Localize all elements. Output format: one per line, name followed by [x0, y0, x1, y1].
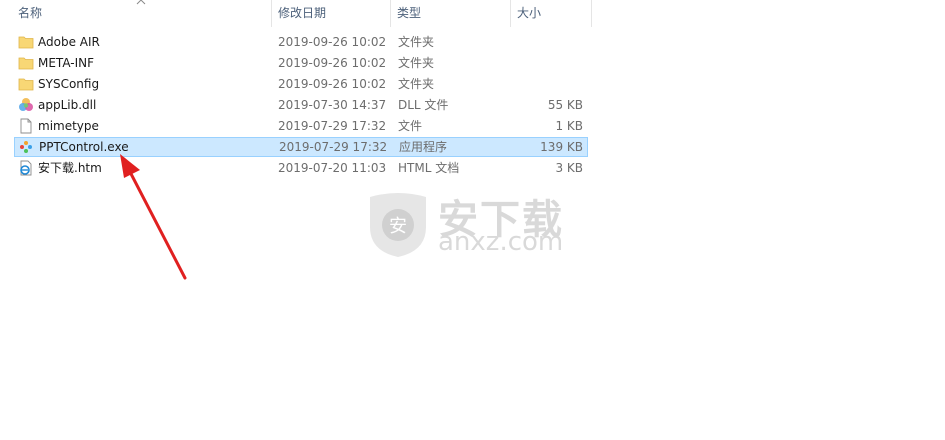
- column-header-name[interactable]: 名称: [12, 0, 270, 27]
- exe-icon: [20, 141, 32, 153]
- file-size: 55 KB: [547, 98, 583, 112]
- file-explorer-view: 名称 修改日期 类型 大小 Adobe AIR 2019-09-26 10:02…: [0, 0, 945, 440]
- file-name: appLib.dll: [38, 98, 97, 112]
- file-row-sysconfig[interactable]: SYSConfig 2019-09-26 10:02 文件夹: [14, 74, 588, 94]
- file-size: 139 KB: [540, 140, 583, 154]
- folder-icon: [18, 78, 34, 91]
- file-type: 文件夹: [398, 35, 435, 49]
- ie-html-icon: [20, 160, 32, 176]
- file-date: 2019-07-20 11:03: [278, 161, 387, 175]
- watermark-badge-text: 安: [389, 216, 407, 237]
- file-name: SYSConfig: [38, 77, 100, 91]
- file-type: DLL 文件: [398, 98, 449, 112]
- file-date: 2019-07-29 17:32: [279, 140, 388, 154]
- file-row-anxz-htm[interactable]: 安下载.htm 2019-07-20 11:03 HTML 文档 3 KB: [14, 158, 588, 178]
- folder-icon: [18, 36, 34, 49]
- file-type: 文件夹: [398, 77, 435, 91]
- watermark: 安 安下载 anxz.com: [362, 183, 582, 263]
- file-size: [514, 53, 583, 73]
- shield-logo-icon: 安: [370, 193, 426, 257]
- file-icon: [20, 118, 32, 134]
- file-name: 安下载.htm: [38, 161, 102, 175]
- file-name: META-INF: [38, 56, 95, 70]
- file-name: mimetype: [38, 119, 99, 133]
- file-size: [514, 74, 583, 94]
- file-row-meta-inf[interactable]: META-INF 2019-09-26 10:02 文件夹: [14, 53, 588, 73]
- file-row-adobe-air[interactable]: Adobe AIR 2019-09-26 10:02 文件夹: [14, 32, 588, 52]
- file-name: Adobe AIR: [38, 35, 100, 49]
- watermark-text-en: anxz.com: [438, 227, 564, 257]
- column-divider[interactable]: [591, 0, 592, 27]
- file-type: 文件: [398, 119, 423, 133]
- column-header-size[interactable]: 大小: [511, 0, 591, 27]
- red-arrow-annotation: [120, 154, 187, 280]
- dll-icon: [19, 98, 33, 111]
- file-date: 2019-09-26 10:02: [278, 77, 387, 91]
- file-row-applib-dll[interactable]: appLib.dll 2019-07-30 14:37 DLL 文件 55 KB: [14, 95, 588, 115]
- file-size: [514, 32, 583, 52]
- file-size: 1 KB: [555, 119, 583, 133]
- folder-icon: [18, 57, 34, 70]
- file-type: 应用程序: [399, 140, 448, 154]
- file-date: 2019-09-26 10:02: [278, 56, 387, 70]
- file-row-pptcontrol-exe[interactable]: PPTControl.exe 2019-07-29 17:32 应用程序 139…: [14, 137, 588, 157]
- file-size: 3 KB: [555, 161, 583, 175]
- column-header-date[interactable]: 修改日期: [272, 0, 390, 27]
- file-row-mimetype[interactable]: mimetype 2019-07-29 17:32 文件 1 KB: [14, 116, 588, 136]
- column-header-type[interactable]: 类型: [391, 0, 509, 27]
- file-type: HTML 文档: [398, 161, 460, 175]
- file-date: 2019-07-30 14:37: [278, 98, 387, 112]
- file-date: 2019-07-29 17:32: [278, 119, 387, 133]
- file-type: 文件夹: [398, 56, 435, 70]
- column-header: 名称 修改日期 类型 大小: [0, 0, 592, 27]
- file-date: 2019-09-26 10:02: [278, 35, 387, 49]
